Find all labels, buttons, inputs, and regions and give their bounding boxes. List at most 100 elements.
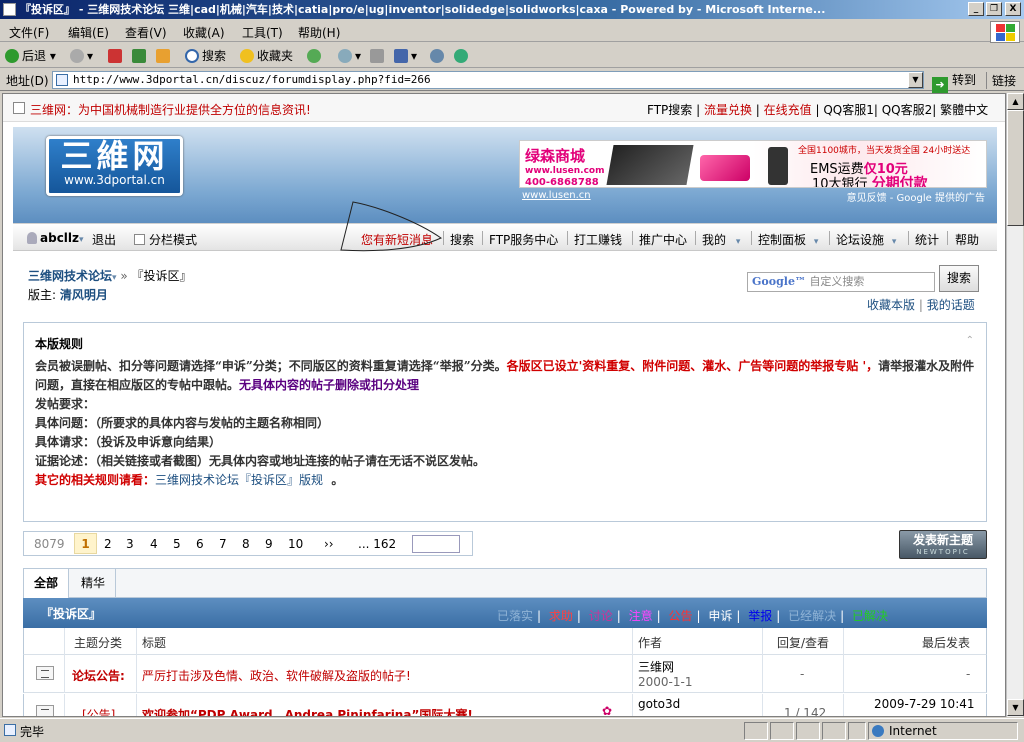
search-button[interactable]: 搜索 xyxy=(185,47,226,65)
page-link[interactable]: 8 xyxy=(242,537,250,551)
row-author[interactable]: goto3d xyxy=(638,697,680,711)
close-button[interactable]: X xyxy=(1005,2,1021,16)
row-last-post[interactable]: 2009-7-29 10:41 xyxy=(874,697,975,711)
nav-facilities[interactable]: 论坛设施 ▾ xyxy=(836,231,896,248)
collapse-icon[interactable]: ⌃ xyxy=(966,335,974,346)
new-topic-button[interactable]: 发表新主题 NEWTOPIC xyxy=(899,530,987,559)
menu-file[interactable]: 文件(F) xyxy=(9,24,49,41)
ad-feedback[interactable]: 意见反馈 - Google 提供的广告 xyxy=(847,189,985,204)
edit-button[interactable]: ▾ xyxy=(394,47,417,65)
site-logo[interactable]: 三維网 www.3dportal.cn xyxy=(46,136,183,196)
nav-earn[interactable]: 打工赚钱 xyxy=(574,231,622,248)
page-link[interactable]: 9 xyxy=(265,537,273,551)
row-title[interactable]: 欢迎参加“PDP Award，Andrea Pininfarina”国际大赛! xyxy=(142,706,473,716)
type-report[interactable]: 举报 xyxy=(748,609,772,623)
page-link[interactable]: 10 xyxy=(288,537,303,551)
vertical-scrollbar[interactable]: ▲ ▼ xyxy=(1006,93,1024,717)
traffic-exchange-link[interactable]: 流量兑换 xyxy=(704,103,752,117)
type-implemented[interactable]: 已落实 xyxy=(497,609,533,623)
type-resolved[interactable]: 已解决 xyxy=(852,609,888,623)
tab-all[interactable]: 全部 xyxy=(24,569,70,598)
menu-view[interactable]: 查看(V) xyxy=(125,24,167,41)
user-menu[interactable]: abcllz▾ xyxy=(27,231,84,245)
maximize-button[interactable]: ❐ xyxy=(986,2,1002,16)
ad-banner[interactable]: 绿森商城 www.lusen.com 400-6868788 全国1100城市，… xyxy=(519,140,987,188)
menu-tools[interactable]: 工具(T) xyxy=(242,24,283,41)
forum-nav-bar: abcllz▾ 退出 分栏模式 您有新短消息 搜索 FTP服务中心 打工赚钱 推… xyxy=(13,201,997,252)
ad-link[interactable]: www.lusen.cn xyxy=(522,190,591,201)
breadcrumb-forum-home[interactable]: 三维网技术论坛 xyxy=(28,269,112,283)
nav-help[interactable]: 帮助 xyxy=(955,231,979,248)
moderator-link[interactable]: 清风明月 xyxy=(60,288,108,302)
word-icon xyxy=(394,49,408,63)
favorites-button[interactable]: 收藏夹 xyxy=(240,47,293,65)
row-title[interactable]: 严厉打击涉及色情、政治、软件破解及盗版的帖子! xyxy=(142,667,411,684)
row-author[interactable]: 三维网 xyxy=(638,658,674,675)
page-jump-input[interactable] xyxy=(412,535,460,553)
minimize-button[interactable]: _ xyxy=(968,2,984,16)
ftp-search-link[interactable]: FTP搜索 xyxy=(647,103,692,117)
stop-button[interactable] xyxy=(108,47,125,65)
page-link[interactable]: 3 xyxy=(126,537,134,551)
scroll-up-button[interactable]: ▲ xyxy=(1007,93,1024,110)
qq-service-2-link[interactable]: QQ客服2 xyxy=(882,103,933,117)
refresh-button[interactable] xyxy=(132,47,149,65)
page-link[interactable]: 2 xyxy=(104,537,112,551)
back-button[interactable]: 后退 ▾ xyxy=(5,47,56,65)
go-button[interactable]: ➜ 转到 xyxy=(932,71,976,93)
rules-paragraph-1: 会员被误删帖、扣分等问题请选择“申诉”分类；不同版区的资料重复请选择“举报”分类… xyxy=(35,359,975,392)
links-button[interactable]: 链接 xyxy=(986,72,1016,89)
type-discuss[interactable]: 讨论 xyxy=(589,609,613,623)
menu-edit[interactable]: 编辑(E) xyxy=(68,24,109,41)
discuss-button[interactable] xyxy=(430,47,447,65)
my-topics-link[interactable]: 我的话题 xyxy=(927,298,975,312)
site-header: 三維网 www.3dportal.cn 绿森商城 www.lusen.com 4… xyxy=(13,127,997,223)
table-row[interactable]: [公告] 欢迎参加“PDP Award，Andrea Pininfarina”国… xyxy=(23,694,987,716)
home-icon[interactable] xyxy=(13,102,25,114)
history-button[interactable] xyxy=(307,47,324,65)
nav-control-panel[interactable]: 控制面板 ▾ xyxy=(758,231,818,248)
last-page-link[interactable]: ... 162 xyxy=(358,537,396,551)
menu-help[interactable]: 帮助(H) xyxy=(298,24,340,41)
chevron-down-icon[interactable]: ▾ xyxy=(112,273,117,283)
page-link[interactable]: 4 xyxy=(150,537,158,551)
next-page-link[interactable]: ›› xyxy=(324,537,334,551)
page-link[interactable]: 6 xyxy=(196,537,204,551)
page-link[interactable]: 7 xyxy=(219,537,227,551)
mail-button[interactable]: ▾ xyxy=(338,47,361,65)
nav-promo[interactable]: 推广中心 xyxy=(639,231,687,248)
split-mode-toggle[interactable]: 分栏模式 xyxy=(134,231,197,248)
recharge-link[interactable]: 在线充值 xyxy=(764,103,812,117)
type-help[interactable]: 求助 xyxy=(549,609,573,623)
menu-bar: 文件(F) 编辑(E) 查看(V) 收藏(A) 工具(T) 帮助(H) xyxy=(0,20,1024,42)
rules-link[interactable]: 三维网技术论坛『投诉区』版规 xyxy=(155,473,323,487)
scroll-down-button[interactable]: ▼ xyxy=(1007,699,1024,716)
type-notice[interactable]: 注意 xyxy=(629,609,653,623)
qq-service-1-link[interactable]: QQ客服1 xyxy=(823,103,874,117)
tab-digest[interactable]: 精华 xyxy=(71,569,117,598)
home-button[interactable] xyxy=(156,47,173,65)
table-row[interactable]: 论坛公告: 严厉打击涉及色情、政治、软件破解及盗版的帖子! 三维网 2000-1… xyxy=(23,655,987,693)
traditional-chinese-link[interactable]: 繁體中文 xyxy=(940,103,988,117)
messenger-button[interactable] xyxy=(454,47,471,65)
nav-ftp[interactable]: FTP服务中心 xyxy=(489,231,558,248)
nav-search[interactable]: 搜索 xyxy=(450,231,474,248)
favorite-forum-link[interactable]: 收藏本版 xyxy=(867,298,915,312)
address-input[interactable]: http://www.3dportal.cn/discuz/forumdispl… xyxy=(52,71,924,89)
type-announce[interactable]: 公告 xyxy=(669,609,693,623)
type-resolved-old[interactable]: 已经解决 xyxy=(788,609,836,623)
scroll-thumb[interactable] xyxy=(1007,110,1024,226)
google-search-input[interactable]: Google™ 自定义搜索 xyxy=(747,272,935,292)
chevron-down-icon: ▾ xyxy=(891,237,897,247)
phone-image xyxy=(768,147,788,185)
forward-button[interactable]: ▾ xyxy=(70,47,93,65)
logout-link[interactable]: 退出 xyxy=(92,231,116,248)
print-button[interactable] xyxy=(370,47,387,65)
address-dropdown-button[interactable]: ▼ xyxy=(908,72,923,88)
menu-favorites[interactable]: 收藏(A) xyxy=(183,24,225,41)
page-link[interactable]: 5 xyxy=(173,537,181,551)
type-appeal[interactable]: 申诉 xyxy=(708,609,732,623)
nav-stats[interactable]: 统计 xyxy=(915,231,939,248)
nav-mine[interactable]: 我的 ▾ xyxy=(702,231,740,248)
search-submit-button[interactable]: 搜索 xyxy=(939,265,979,292)
